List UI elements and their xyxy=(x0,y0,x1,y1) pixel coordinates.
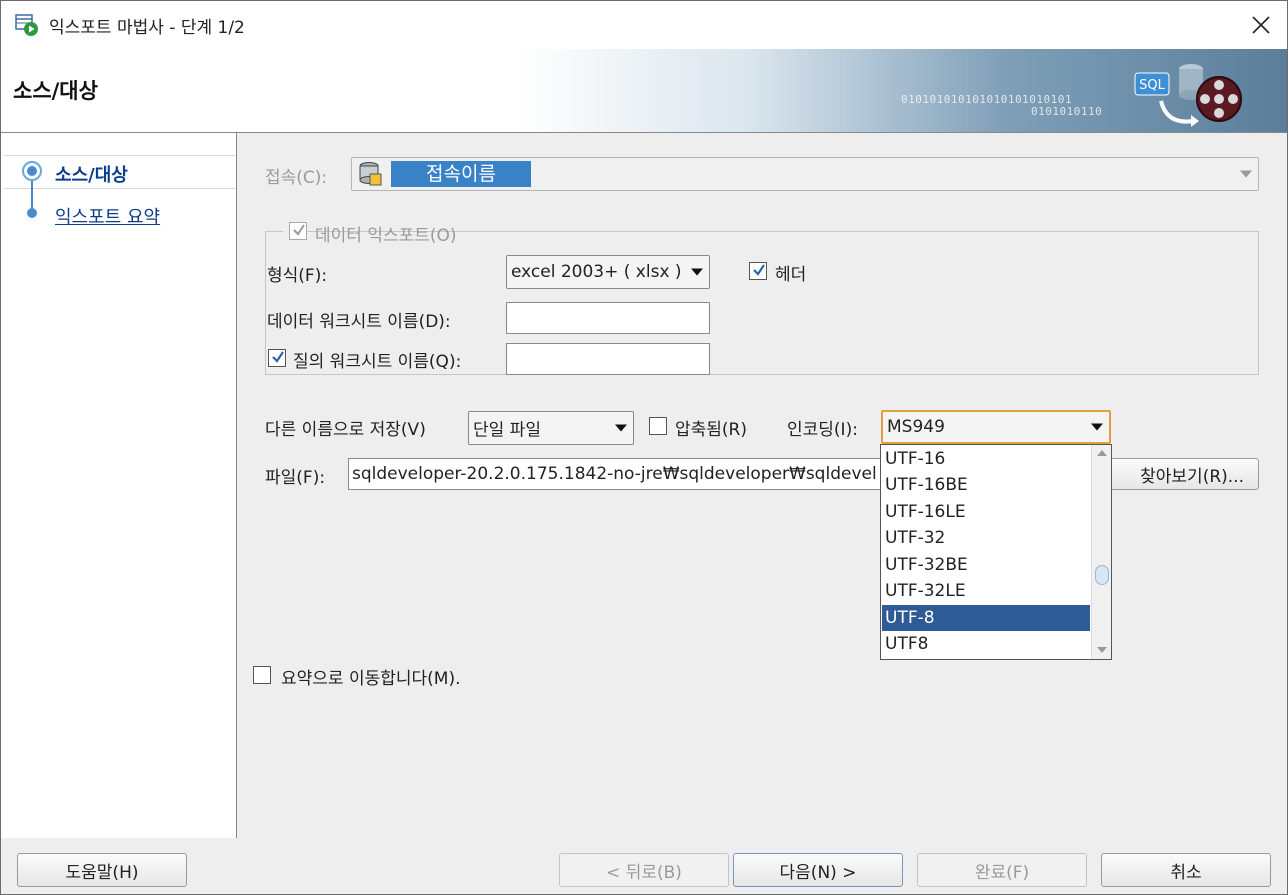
help-button[interactable]: 도움말(H) xyxy=(17,853,187,887)
back-button[interactable]: < 뒤로(B) xyxy=(559,853,729,887)
wizard-steps-panel: 소스/대상 익스포트 요약 xyxy=(1,133,237,838)
scroll-down-icon[interactable] xyxy=(1096,645,1108,655)
header-checkbox[interactable] xyxy=(749,262,767,280)
goto-summary-label: 요약으로 이동합니다(M). xyxy=(281,669,461,689)
goto-summary-checkbox[interactable] xyxy=(253,666,271,684)
banner-binary-text-2: 0101010110 xyxy=(1031,105,1103,118)
checkmark-icon xyxy=(272,351,284,363)
encoding-option[interactable]: UTF-32LE xyxy=(882,578,1090,604)
encoding-dropdown-list: UTF-16 UTF-16BE UTF-16LE UTF-32 UTF-32BE… xyxy=(880,444,1112,660)
data-export-checkbox[interactable] xyxy=(289,222,307,240)
format-select[interactable]: excel 2003+ ( xlsx ) xyxy=(506,255,710,289)
connection-label: 접속(C): xyxy=(265,168,328,188)
browse-button[interactable]: 찾아보기(R)... xyxy=(1087,458,1259,490)
finish-button[interactable]: 완료(F) xyxy=(917,853,1087,887)
encoding-option-selected[interactable]: UTF-8 xyxy=(882,605,1090,631)
compressed-label: 압축됨(R) xyxy=(675,420,747,440)
save-as-select[interactable]: 단일 파일 xyxy=(468,411,634,445)
close-icon xyxy=(1252,16,1270,34)
query-sheet-label: 질의 워크시트 이름(Q): xyxy=(293,352,462,372)
save-as-label: 다른 이름으로 저장(V) xyxy=(265,420,426,440)
save-as-value: 단일 파일 xyxy=(473,420,541,441)
data-sheet-input[interactable] xyxy=(506,302,710,334)
query-sheet-checkbox[interactable] xyxy=(268,349,286,367)
step-source-target[interactable]: 소스/대상 xyxy=(55,161,128,187)
close-button[interactable] xyxy=(1243,7,1279,43)
chevron-down-icon xyxy=(1240,170,1252,178)
encoding-label: 인코딩(I): xyxy=(787,420,858,440)
header-label: 헤더 xyxy=(775,265,807,285)
query-sheet-input[interactable] xyxy=(506,343,710,375)
format-value: excel 2003+ ( xlsx ) xyxy=(511,262,682,282)
sql-label: SQL xyxy=(1139,78,1165,93)
scroll-up-icon[interactable] xyxy=(1096,448,1108,458)
encoding-option[interactable]: UTF-32 xyxy=(882,525,1090,551)
wizard-header-banner: 소스/대상 010101010101010101010101 010101011… xyxy=(1,49,1287,133)
dropdown-scrollbar[interactable] xyxy=(1091,445,1111,659)
step-export-summary[interactable]: 익스포트 요약 xyxy=(55,203,160,229)
title-bar: 익스포트 마법사 - 단계 1/2 xyxy=(1,1,1287,49)
encoding-option[interactable]: UTF8 xyxy=(882,631,1090,657)
chevron-down-icon xyxy=(615,424,627,432)
file-path-input[interactable]: sqldeveloper-20.2.0.175.1842-no-jre₩sqld… xyxy=(348,458,888,490)
encoding-value: MS949 xyxy=(887,417,945,437)
format-label: 형식(F): xyxy=(267,266,328,286)
banner-title: 소스/대상 xyxy=(13,79,98,103)
file-label: 파일(F): xyxy=(265,468,326,488)
checkmark-icon xyxy=(753,264,765,276)
encoding-option[interactable]: UTF-16LE xyxy=(882,499,1090,525)
next-button[interactable]: 다음(N) > xyxy=(733,853,903,887)
connection-name-chip: 접속이름 xyxy=(391,161,531,187)
export-wizard-window: 익스포트 마법사 - 단계 1/2 소스/대상 0101010101010101… xyxy=(0,0,1288,895)
file-path-value: sqldeveloper-20.2.0.175.1842-no-jre₩sqld… xyxy=(352,464,877,484)
data-sheet-label: 데이터 워크시트 이름(D): xyxy=(267,312,451,332)
data-export-label: 데이터 익스포트(O) xyxy=(315,226,457,246)
window-title: 익스포트 마법사 - 단계 1/2 xyxy=(49,18,245,38)
scrollbar-thumb[interactable] xyxy=(1095,565,1109,585)
encoding-select[interactable]: MS949 xyxy=(881,410,1111,444)
cancel-button[interactable]: 취소 xyxy=(1101,853,1271,887)
chevron-down-icon xyxy=(691,268,703,276)
compressed-checkbox[interactable] xyxy=(649,417,667,435)
encoding-option[interactable]: UTF-16BE xyxy=(882,472,1090,498)
sql-film-reel-icon: SQL xyxy=(1131,55,1251,138)
chevron-down-icon xyxy=(1091,423,1103,431)
step-connector-icon xyxy=(22,161,42,218)
checkmark-icon xyxy=(293,224,305,236)
encoding-option[interactable]: UTF-32BE xyxy=(882,552,1090,578)
wizard-app-icon xyxy=(15,13,39,37)
database-connection-icon xyxy=(359,162,382,186)
encoding-option[interactable]: UTF-16 xyxy=(882,446,1090,472)
